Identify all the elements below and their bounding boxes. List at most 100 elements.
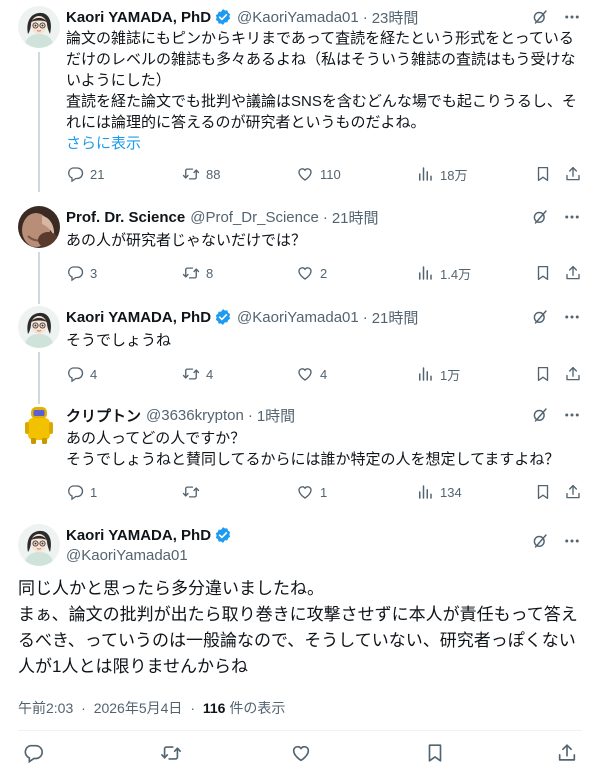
more-icon[interactable]: [563, 208, 581, 226]
bookmark-button[interactable]: [534, 263, 552, 283]
text-line: そうでしょうね: [66, 332, 172, 349]
text-line: るべき、っていうのは一般論なので、そうしていない、研究者っぽくない: [18, 631, 576, 650]
separator: ·: [322, 208, 328, 226]
avatar[interactable]: [18, 524, 60, 566]
like-count: 2: [320, 265, 328, 281]
separator: ·: [81, 700, 86, 716]
text-line: れには論理的に答えるのが研究者というものだよね。: [66, 114, 426, 131]
share-button[interactable]: [564, 482, 582, 502]
like-icon: [296, 365, 314, 383]
tweet-4[interactable]: クリプトン @3636krypton · 1時間 あの人ってどの人ですか？ そう…: [0, 404, 599, 504]
tweet-3[interactable]: Kaori YAMADA, PhD @KaoriYamada01 · 21時間 …: [0, 306, 599, 404]
like-button[interactable]: 2: [296, 263, 327, 283]
divider: [18, 730, 582, 731]
grok-icon[interactable]: [531, 308, 549, 326]
action-bar: 21 88 110 18万: [66, 164, 581, 184]
reply-button[interactable]: 1: [66, 482, 97, 502]
retweet-button[interactable]: 88: [182, 164, 220, 184]
top-icons: [531, 206, 581, 228]
share-button[interactable]: [564, 364, 582, 384]
display-name[interactable]: Kaori YAMADA, PhD: [66, 309, 211, 326]
more-icon[interactable]: [563, 406, 581, 424]
like-button[interactable]: 1: [296, 482, 327, 502]
show-more-link[interactable]: さらに表示: [66, 133, 581, 154]
grok-icon[interactable]: [531, 208, 549, 226]
top-icons: [531, 6, 581, 28]
like-count: 110: [320, 166, 341, 182]
tweet-text: そうでしょうね: [66, 330, 581, 351]
share-icon: [564, 264, 582, 282]
avatar[interactable]: [18, 6, 60, 48]
more-icon[interactable]: [563, 308, 581, 326]
retweet-button[interactable]: [182, 482, 206, 502]
grok-icon[interactable]: [531, 532, 549, 550]
views-icon: [416, 483, 434, 501]
reply-button[interactable]: 21: [66, 164, 104, 184]
retweet-button[interactable]: 8: [182, 263, 213, 283]
bookmark-button[interactable]: [534, 364, 552, 384]
bookmark-icon: [534, 264, 552, 282]
display-name[interactable]: クリプトン: [66, 405, 141, 426]
tweet-1[interactable]: Kaori YAMADA, PhD @KaoriYamada01 · 23時間 …: [0, 6, 599, 192]
reply-icon: [66, 165, 84, 183]
views-button[interactable]: 1.4万: [416, 263, 471, 283]
like-button[interactable]: [290, 742, 312, 764]
text-line: あの人が研究者じゃないだけでは？: [66, 232, 307, 249]
views-count: 18万: [440, 167, 468, 183]
bookmark-button[interactable]: [534, 164, 552, 184]
bookmark-button[interactable]: [424, 742, 446, 764]
tweet-text: あの人が研究者じゃないだけでは？: [66, 230, 581, 251]
display-name[interactable]: Prof. Dr. Science: [66, 209, 185, 226]
handle[interactable]: @KaoriYamada01: [237, 9, 359, 26]
reply-count: 4: [90, 366, 98, 382]
verified-badge-icon: [214, 308, 232, 326]
grok-icon[interactable]: [531, 8, 549, 26]
tweet-2[interactable]: Prof. Dr. Science @Prof_Dr_Science · 21時…: [0, 206, 599, 304]
post-date[interactable]: 2026年5月4日: [94, 700, 183, 716]
share-button[interactable]: [564, 164, 582, 184]
views-count: 134: [440, 484, 462, 500]
reply-button[interactable]: [22, 742, 44, 764]
like-icon: [296, 483, 314, 501]
reply-button[interactable]: 3: [66, 263, 97, 283]
avatar[interactable]: [18, 206, 60, 248]
share-button[interactable]: [564, 263, 582, 283]
views-button[interactable]: 1万: [416, 364, 460, 384]
like-button[interactable]: 110: [296, 164, 341, 184]
share-icon: [556, 742, 578, 764]
action-bar: 3 8 2 1.4万: [66, 263, 581, 283]
views-button[interactable]: 18万: [416, 164, 467, 184]
top-icons: [531, 306, 581, 328]
retweet-button[interactable]: 4: [182, 364, 213, 384]
avatar[interactable]: [18, 306, 60, 348]
reply-icon: [22, 742, 44, 764]
avatar[interactable]: [18, 404, 60, 446]
display-name[interactable]: Kaori YAMADA, PhD: [66, 527, 211, 544]
post-time[interactable]: 午前2:03: [18, 700, 73, 716]
timestamp[interactable]: 21時間: [372, 307, 419, 328]
handle[interactable]: @KaoriYamada01: [66, 547, 188, 564]
retweet-button[interactable]: [160, 742, 182, 764]
text-line: あの人ってどの人ですか？: [66, 430, 246, 447]
bookmark-button[interactable]: [534, 482, 552, 502]
handle[interactable]: @3636krypton: [146, 407, 244, 424]
retweet-icon: [182, 165, 200, 183]
display-name[interactable]: Kaori YAMADA, PhD: [66, 9, 211, 26]
reply-count: 21: [90, 166, 105, 182]
main-tweet-text: 同じ人かと思ったら多分違いましたね。 まぁ、論文の批判が出たら取り巻きに攻撃させ…: [18, 576, 588, 680]
reply-button[interactable]: 4: [66, 364, 97, 384]
share-button[interactable]: [556, 742, 578, 764]
more-icon[interactable]: [563, 8, 581, 26]
handle[interactable]: @KaoriYamada01: [237, 309, 359, 326]
action-bar: 1 1 134: [66, 482, 581, 502]
tweet-header: Kaori YAMADA, PhD: [66, 524, 232, 546]
timestamp[interactable]: 1時間: [257, 405, 295, 426]
timestamp[interactable]: 23時間: [372, 7, 419, 28]
more-icon[interactable]: [563, 532, 581, 550]
views-button[interactable]: 134: [416, 482, 462, 502]
timestamp[interactable]: 21時間: [332, 207, 379, 228]
tweet-text: あの人ってどの人ですか？ そうでしょうねと賛同してるからには誰か特定の人を想定し…: [66, 428, 581, 470]
handle[interactable]: @Prof_Dr_Science: [190, 209, 319, 226]
grok-icon[interactable]: [531, 406, 549, 424]
like-button[interactable]: 4: [296, 364, 327, 384]
